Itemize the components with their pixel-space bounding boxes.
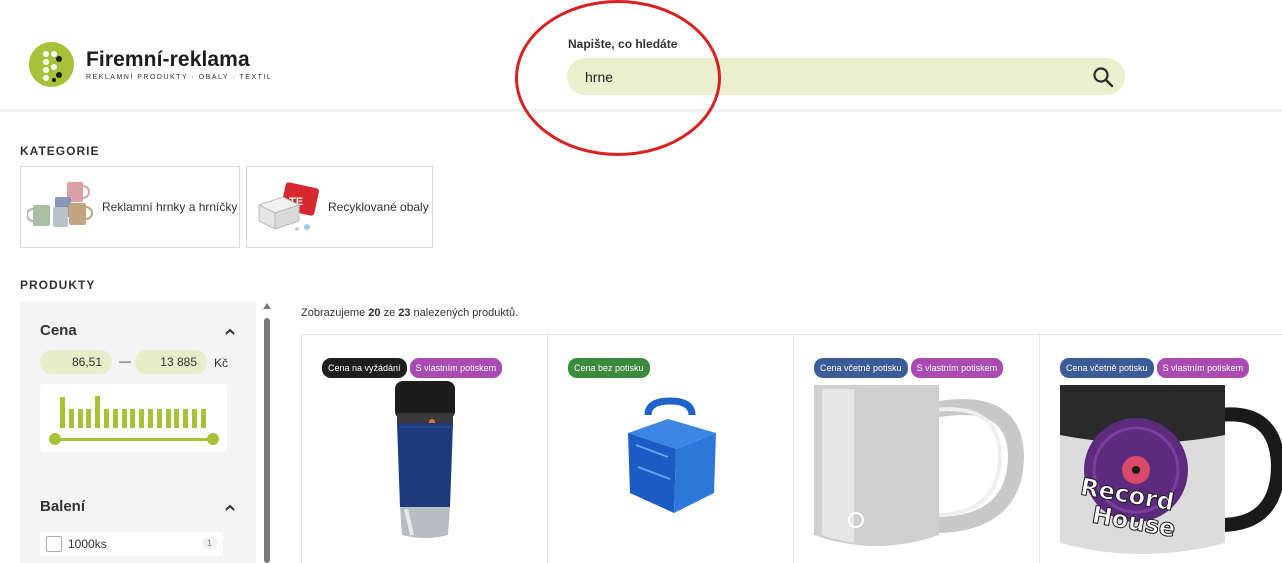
site-header: Firemní-reklama REKLAMNÍ PRODUKTY · OBAL… (0, 0, 1282, 112)
histogram-bar (104, 409, 109, 428)
packaging-option-count: 1 (201, 537, 217, 549)
histogram-bar (165, 409, 171, 428)
price-filter-title: Cena (40, 322, 77, 339)
logo-subtitle: REKLAMNÍ PRODUKTY · OBALY · TEXTIL (86, 73, 273, 81)
histogram-bar (95, 396, 101, 428)
product-card[interactable]: Cena včetně potisku S vlastním potiskem (793, 335, 1039, 563)
search-box (567, 58, 1125, 95)
histogram-bar (86, 409, 92, 428)
histogram-bar (174, 409, 180, 428)
categories-title: KATEGORIE (20, 144, 100, 158)
product-grid: Cena na vyžádání S vlastním potiskem Cen… (301, 334, 1282, 563)
price-separator: — (119, 354, 131, 368)
blue-gift-box-image (548, 375, 794, 563)
category-label: Reklamní hrnky a hrníčky (102, 200, 238, 214)
mugs-thumbnail (26, 177, 97, 237)
packaging-filter-title: Balení (40, 498, 86, 515)
category-recycled[interactable]: TE Recyklované obaly (246, 166, 433, 248)
price-unit: Kč (214, 356, 229, 370)
packaging-option[interactable]: 1000ks 1 (40, 532, 223, 556)
histogram-bar (130, 409, 136, 428)
packaging-option-label: 1000ks (68, 537, 107, 551)
histogram-bar (60, 397, 65, 428)
histogram-bar (148, 409, 153, 428)
category-mugs[interactable]: Reklamní hrnky a hrníčky (20, 166, 240, 248)
histogram-bar (121, 409, 127, 428)
histogram-bar (112, 409, 118, 428)
logo-title: Firemní-reklama (86, 47, 250, 71)
logo-mark-icon (29, 42, 74, 87)
travel-mug-image (302, 375, 548, 563)
product-card[interactable]: Cena včetně potisku S vlastním potiskem … (1039, 335, 1282, 563)
results-count: Zobrazujeme 20 ze 23 nalezených produktů… (301, 307, 519, 319)
search-input[interactable] (585, 58, 1065, 95)
price-histogram (40, 384, 227, 452)
price-slider-min-handle[interactable] (49, 433, 61, 445)
histogram-bar (139, 409, 145, 428)
price-min-input[interactable]: 86,51 (40, 350, 112, 374)
search-label: Napište, co hledáte (568, 37, 678, 51)
histogram-bar (192, 409, 197, 428)
recycled-thumbnail: TE (253, 177, 323, 237)
price-slider-max-handle[interactable] (207, 433, 219, 445)
sidebar-scrollbar[interactable] (262, 303, 272, 563)
record-house-mug-image: Record House (1040, 375, 1282, 563)
histogram-bar (68, 409, 74, 428)
product-card[interactable]: Cena bez potisku (547, 335, 793, 563)
chevron-up-icon[interactable] (224, 325, 236, 337)
histogram-bar (77, 409, 83, 428)
silver-mug-image (794, 375, 1040, 563)
scroll-thumb[interactable] (264, 318, 270, 563)
histogram-bar (183, 409, 189, 428)
price-max-input[interactable]: 13 885 (135, 350, 207, 374)
product-card[interactable]: Cena na vyžádání S vlastním potiskem (301, 335, 547, 563)
chevron-up-icon[interactable] (224, 501, 236, 513)
scroll-up-icon[interactable] (263, 303, 271, 309)
site-logo[interactable]: Firemní-reklama REKLAMNÍ PRODUKTY · OBAL… (29, 42, 272, 87)
category-label: Recyklované obaly (328, 200, 429, 214)
products-title: PRODUKTY (20, 278, 96, 292)
packaging-checkbox[interactable] (46, 536, 62, 552)
histogram-bar (200, 409, 206, 428)
search-icon[interactable] (1091, 65, 1115, 89)
price-slider-track[interactable] (55, 438, 213, 441)
histogram-bar (156, 409, 162, 428)
